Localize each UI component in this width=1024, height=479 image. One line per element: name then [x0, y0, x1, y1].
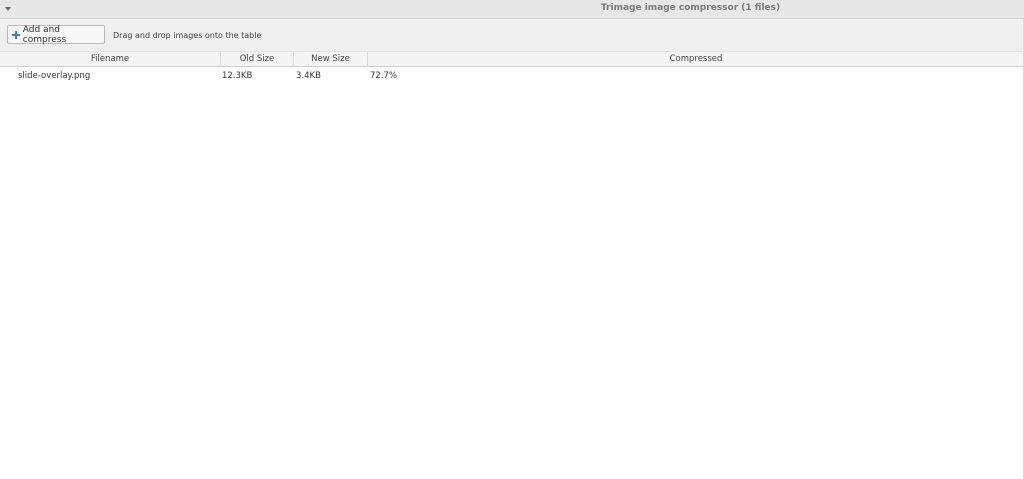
file-table[interactable]: slide-overlay.png 12.3KB 3.4KB 72.7% [0, 67, 1024, 85]
drag-drop-hint: Drag and drop images onto the table [113, 31, 262, 40]
column-header-filename[interactable]: Filename [0, 52, 221, 67]
column-header-old-size[interactable]: Old Size [221, 52, 294, 67]
cell-new-size: 3.4KB [296, 71, 321, 81]
add-and-compress-button[interactable]: Add and compress [7, 24, 105, 45]
add-button-label: Add and compress [22, 24, 67, 45]
window-title: Trimage image compressor (1 files) [600, 3, 781, 13]
cell-old-size: 12.3KB [222, 71, 253, 81]
toolbar: Add and compress Drag and drop images on… [0, 19, 1024, 51]
plus-icon [12, 30, 20, 39]
table-row[interactable]: slide-overlay.png 12.3KB 3.4KB 72.7% [0, 67, 1024, 85]
table-header: Filename Old Size New Size Compressed [0, 51, 1024, 67]
app-window: Trimage image compressor (1 files) Add a… [0, 0, 1024, 479]
cell-compressed: 72.7% [370, 71, 398, 81]
column-header-new-size[interactable]: New Size [294, 52, 368, 67]
title-bar: Trimage image compressor (1 files) [0, 0, 1024, 19]
column-header-compressed[interactable]: Compressed [368, 52, 1024, 67]
cell-filename: slide-overlay.png [18, 71, 91, 81]
